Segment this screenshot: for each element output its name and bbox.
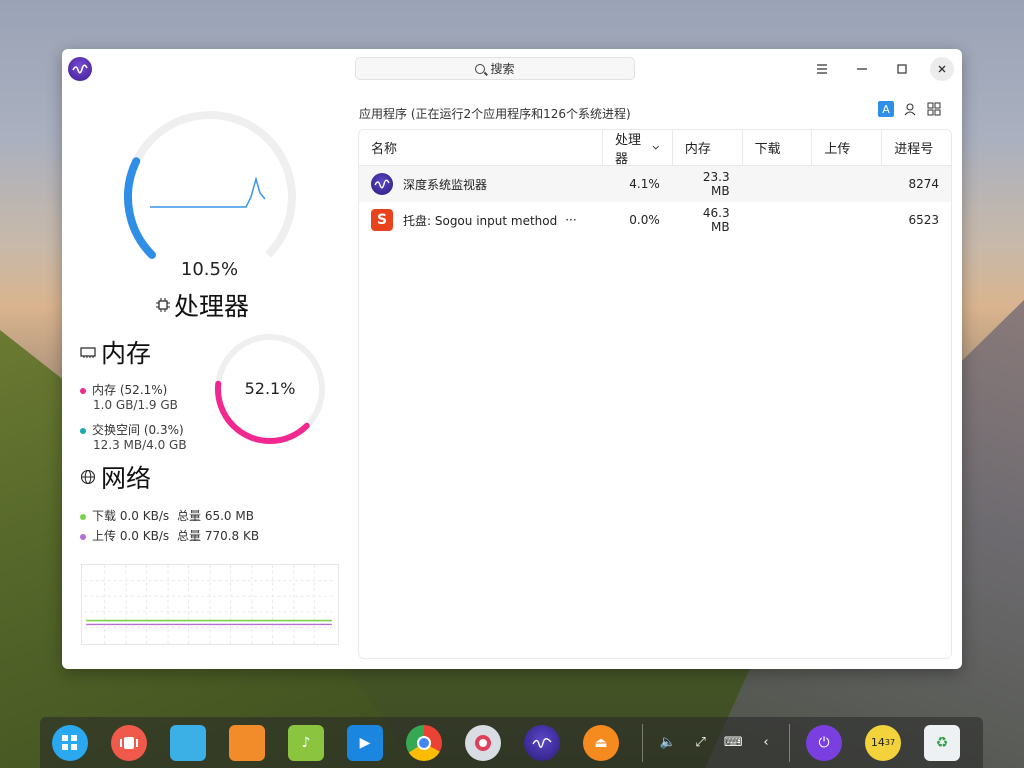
- process-name: 托盘: Sogou input method: [403, 213, 558, 228]
- settings-icon[interactable]: [465, 724, 501, 761]
- system-monitor-logo-icon: [68, 57, 92, 81]
- upload-dot: [80, 533, 86, 540]
- titlebar: 搜索: [62, 49, 962, 89]
- col-cpu[interactable]: 处理器: [602, 130, 672, 167]
- network-title-text: 网络: [101, 464, 152, 493]
- dock-separator: [789, 723, 790, 762]
- swap-legend: 交换空间 (0.3%): [80, 421, 184, 438]
- memory-section-title: 内存: [80, 334, 151, 370]
- cpu-title-text: 处理器: [174, 292, 250, 321]
- keyboard-icon[interactable]: ⌨: [724, 730, 743, 756]
- process-cpu: 4.1%: [629, 177, 660, 191]
- hamburger-icon: [817, 64, 827, 74]
- table-row[interactable]: S 托盘: Sogou input method ··· 0.0% 46.3 M…: [359, 202, 951, 238]
- process-pid: 8274: [908, 177, 940, 191]
- upload-legend: 上传 0.0 KB/s: [80, 527, 169, 544]
- memory-legend: 内存 (52.1%): [80, 381, 167, 398]
- memory-dot: [80, 387, 86, 394]
- user-view-icon[interactable]: [902, 101, 918, 117]
- cpu-percent: 10.5%: [180, 259, 239, 280]
- table-row[interactable]: 深度系统监视器 4.1% 23.3 MB 8274: [359, 166, 951, 202]
- close-icon: [938, 65, 946, 73]
- memory-legend-label: 内存 (52.1%): [92, 383, 168, 397]
- file-manager-icon[interactable]: [170, 724, 206, 761]
- swap-dot: [80, 427, 86, 434]
- dock-separator: [642, 723, 643, 762]
- app-store-icon[interactable]: [229, 724, 265, 761]
- cpu-history-line: [150, 176, 266, 208]
- minimize-icon: [857, 68, 867, 70]
- name-truncated-ellipsis: ···: [565, 213, 577, 227]
- memory-title-text: 内存: [101, 339, 152, 368]
- col-mem[interactable]: 内存: [671, 130, 742, 165]
- clock-min: 37: [884, 738, 896, 747]
- power-icon[interactable]: ⏻: [805, 724, 842, 761]
- row-name-cell: S 托盘: Sogou input method ···: [359, 209, 602, 231]
- movie-icon[interactable]: ▶: [347, 724, 383, 761]
- process-pid: 6523: [908, 213, 940, 227]
- process-view-icon[interactable]: [926, 101, 942, 117]
- maximize-button[interactable]: [890, 57, 914, 81]
- search-icon: [475, 63, 486, 74]
- row-name-cell: 深度系统监视器: [359, 173, 602, 195]
- globe-icon: [80, 469, 96, 485]
- system-monitor-window: 搜索 10.5% 处理器 内存 内存 (52.1%) 1.0 GB/1.9 GB…: [62, 49, 962, 669]
- col-name[interactable]: 名称: [359, 130, 602, 165]
- download-speed: 下载 0.0 KB/s: [92, 509, 170, 523]
- process-name: 深度系统监视器: [403, 177, 488, 192]
- minimize-button[interactable]: [850, 57, 874, 81]
- clock-icon[interactable]: 14 37: [864, 724, 901, 761]
- music-icon[interactable]: ♪: [288, 724, 324, 761]
- maximize-icon: [897, 64, 907, 74]
- swap-legend-label: 交换空间 (0.3%): [92, 423, 184, 437]
- network-tray-icon[interactable]: ⤢: [691, 730, 710, 756]
- process-table: 名称 处理器 内存 下载 上传 进程号 深度系统监视器 4.1% 23.3 MB…: [358, 129, 952, 659]
- menu-button[interactable]: [810, 57, 834, 81]
- search-placeholder: 搜索: [490, 62, 515, 76]
- eject-icon[interactable]: ⏏: [583, 724, 619, 761]
- chevron-left-icon[interactable]: ‹: [757, 730, 776, 756]
- clock-hour: 14: [870, 736, 885, 749]
- sort-desc-icon: [652, 145, 660, 150]
- trash-icon[interactable]: ♻: [923, 724, 960, 761]
- system-monitor-app-icon: [371, 173, 393, 195]
- swap-usage-value: 12.3 MB/4.0 GB: [93, 438, 187, 452]
- upload-speed: 上传 0.0 KB/s: [92, 529, 170, 543]
- network-section-title: 网络: [80, 459, 151, 495]
- volume-icon[interactable]: 🔈: [659, 730, 678, 756]
- multitask-view-icon[interactable]: [111, 724, 147, 761]
- process-cpu: 0.0%: [629, 213, 660, 227]
- close-button[interactable]: [930, 57, 954, 81]
- search-input[interactable]: 搜索: [355, 57, 635, 80]
- process-mem: 23.3 MB: [702, 170, 730, 198]
- table-header: 名称 处理器 内存 下载 上传 进程号: [359, 130, 951, 167]
- process-mem: 46.3 MB: [702, 206, 730, 234]
- col-pid[interactable]: 进程号: [881, 130, 951, 165]
- system-monitor-dock-icon[interactable]: [524, 724, 560, 761]
- chrome-icon[interactable]: [406, 724, 442, 761]
- sogou-app-icon: S: [371, 209, 393, 231]
- process-summary: 应用程序 (正在运行2个应用程序和126个系统进程): [359, 107, 631, 121]
- col-cpu-label: 处理器: [615, 132, 642, 167]
- memory-percent: 52.1%: [244, 379, 296, 398]
- col-upload[interactable]: 上传: [811, 130, 881, 165]
- dock: ♪ ▶ ⏏ 🔈 ⤢ ⌨ ‹ ⏻ 14 37 ♻: [40, 717, 983, 768]
- memory-chip-icon: [80, 347, 96, 358]
- network-chart: [81, 564, 339, 645]
- cpu-chip-icon: [156, 298, 170, 312]
- app-view-icon[interactable]: A: [878, 101, 894, 117]
- memory-usage-value: 1.0 GB/1.9 GB: [93, 398, 178, 412]
- upload-total: 总量 770.8 KB: [177, 529, 260, 543]
- launcher-icon[interactable]: [52, 724, 88, 761]
- download-dot: [80, 513, 86, 520]
- col-download[interactable]: 下载: [741, 130, 812, 165]
- cpu-section-title: 处理器: [155, 287, 249, 323]
- download-total: 总量 65.0 MB: [177, 509, 254, 523]
- view-switcher: A: [878, 101, 942, 117]
- download-legend: 下载 0.0 KB/s: [80, 507, 169, 524]
